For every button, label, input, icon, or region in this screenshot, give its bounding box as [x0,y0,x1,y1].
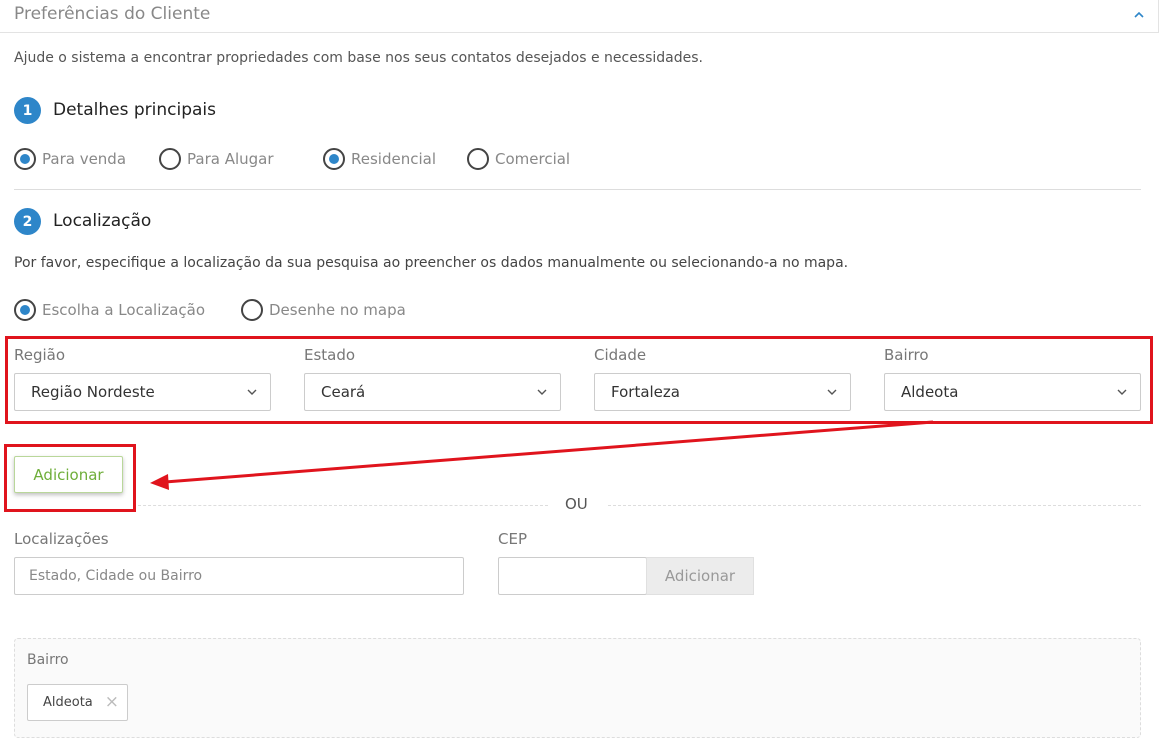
cep-input[interactable] [498,557,647,595]
tag-label: Aldeota [43,695,93,710]
selected-neighborhoods-panel [14,638,1141,738]
cep-label: CEP [498,530,527,548]
add-location-button[interactable]: Adicionar [14,456,123,493]
separator-label: OU [565,495,588,513]
separator-line [608,505,1141,506]
locations-input[interactable] [14,557,464,595]
separator-line [138,505,548,506]
cep-add-button[interactable]: Adicionar [646,557,754,595]
tag-panel-title: Bairro [27,652,69,668]
tag-chip: Aldeota × [27,684,128,721]
locations-label: Localizações [14,530,109,548]
close-icon[interactable]: × [105,694,119,711]
